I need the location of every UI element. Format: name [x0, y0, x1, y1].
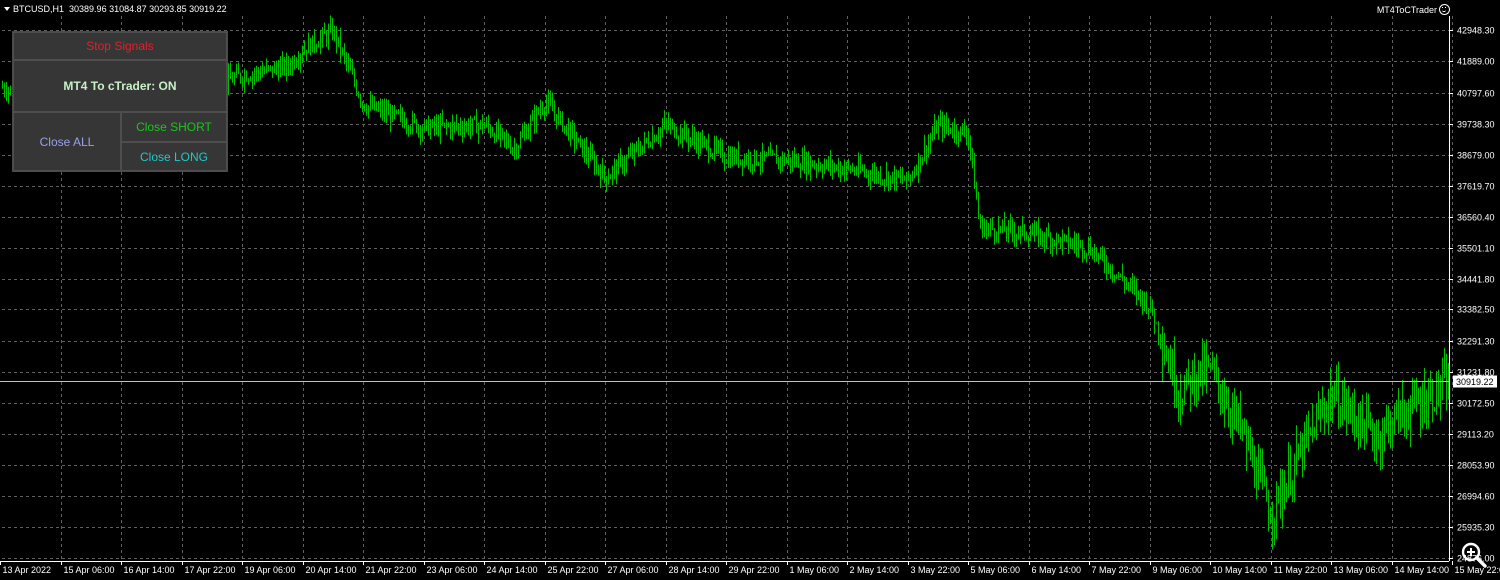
price-tick-label: 25935.30	[1457, 523, 1495, 533]
time-tick-label: 15 Apr 06:00	[64, 565, 115, 575]
zoom-icon[interactable]	[1459, 540, 1489, 570]
close-all-button[interactable]: Close ALL	[13, 112, 121, 171]
time-tick-label: 3 May 22:00	[911, 565, 961, 575]
price-tick-label: 42948.30	[1457, 26, 1495, 36]
symbol-label: BTCUSD,H1	[13, 4, 65, 14]
price-tick-label: 39738.30	[1457, 120, 1495, 130]
time-tick-label: 13 May 06:00	[1334, 565, 1389, 575]
smiley-icon[interactable]	[1439, 4, 1450, 15]
current-price-label: 30919.22	[1456, 377, 1494, 387]
time-tick-label: 1 May 06:00	[790, 565, 840, 575]
time-tick-label: 27 Apr 06:00	[608, 565, 659, 575]
time-tick-label: 5 May 06:00	[971, 565, 1021, 575]
price-tick-label: 28053.90	[1457, 461, 1495, 471]
stop-signals-button[interactable]: Stop Signals	[13, 32, 227, 60]
price-tick-label: 34441.80	[1457, 275, 1495, 285]
dropdown-triangle-icon[interactable]	[4, 7, 10, 11]
price-tick-label: 40797.60	[1457, 89, 1495, 99]
time-tick-label: 29 Apr 22:00	[729, 565, 780, 575]
time-tick-label: 23 Apr 06:00	[427, 565, 478, 575]
ea-name: MT4ToCTrader	[1376, 5, 1437, 15]
price-tick-label: 29113.20	[1457, 430, 1494, 440]
close-short-button[interactable]: Close SHORT	[121, 112, 227, 142]
price-tick-label: 41889.00	[1457, 57, 1495, 67]
price-tick-label: 37619.70	[1457, 182, 1495, 192]
connection-status: MT4 To cTrader: ON	[13, 60, 227, 112]
price-tick-label: 30172.50	[1457, 399, 1495, 409]
time-tick-label: 19 Apr 06:00	[245, 565, 296, 575]
time-tick-label: 17 Apr 22:00	[185, 565, 236, 575]
time-tick-label: 20 Apr 14:00	[306, 565, 357, 575]
trade-control-panel: Stop Signals MT4 To cTrader: ON Close AL…	[12, 31, 228, 172]
time-tick-label: 9 May 06:00	[1153, 565, 1203, 575]
price-tick-label: 36560.40	[1457, 213, 1495, 223]
price-tick-label: 26994.60	[1457, 492, 1495, 502]
time-tick-label: 6 May 14:00	[1032, 565, 1082, 575]
time-tick-label: 28 Apr 14:00	[669, 565, 720, 575]
price-tick-label: 38679.00	[1457, 151, 1495, 161]
time-tick-label: 24 Apr 14:00	[487, 565, 538, 575]
time-tick-label: 16 Apr 14:00	[124, 565, 175, 575]
time-tick-label: 21 Apr 22:00	[366, 565, 417, 575]
ohlc-values: 30389.96 31084.87 30293.85 30919.22	[69, 4, 227, 14]
time-tick-label: 25 Apr 22:00	[548, 565, 599, 575]
time-tick-label: 13 Apr 2022	[3, 565, 52, 575]
time-tick-label: 2 May 14:00	[850, 565, 900, 575]
price-tick-label: 32291.30	[1457, 337, 1495, 347]
price-tick-label: 35501.10	[1457, 244, 1495, 254]
time-tick-label: 11 May 22:00	[1274, 565, 1328, 575]
time-tick-label: 14 May 14:00	[1395, 565, 1450, 575]
close-long-button[interactable]: Close LONG	[121, 142, 227, 171]
time-tick-label: 10 May 14:00	[1213, 565, 1268, 575]
chart-header: BTCUSD,H1 30389.96 31084.87 30293.85 309…	[4, 4, 227, 14]
time-axis: 13 Apr 2022 15 Apr 06:00 16 Apr 14:00 17 Ap…	[0, 561, 1500, 575]
expert-advisor-label: MT4ToCTrader	[1377, 4, 1450, 15]
time-tick-label: 7 May 22:00	[1092, 565, 1142, 575]
price-tick-label: 33382.50	[1457, 305, 1495, 315]
